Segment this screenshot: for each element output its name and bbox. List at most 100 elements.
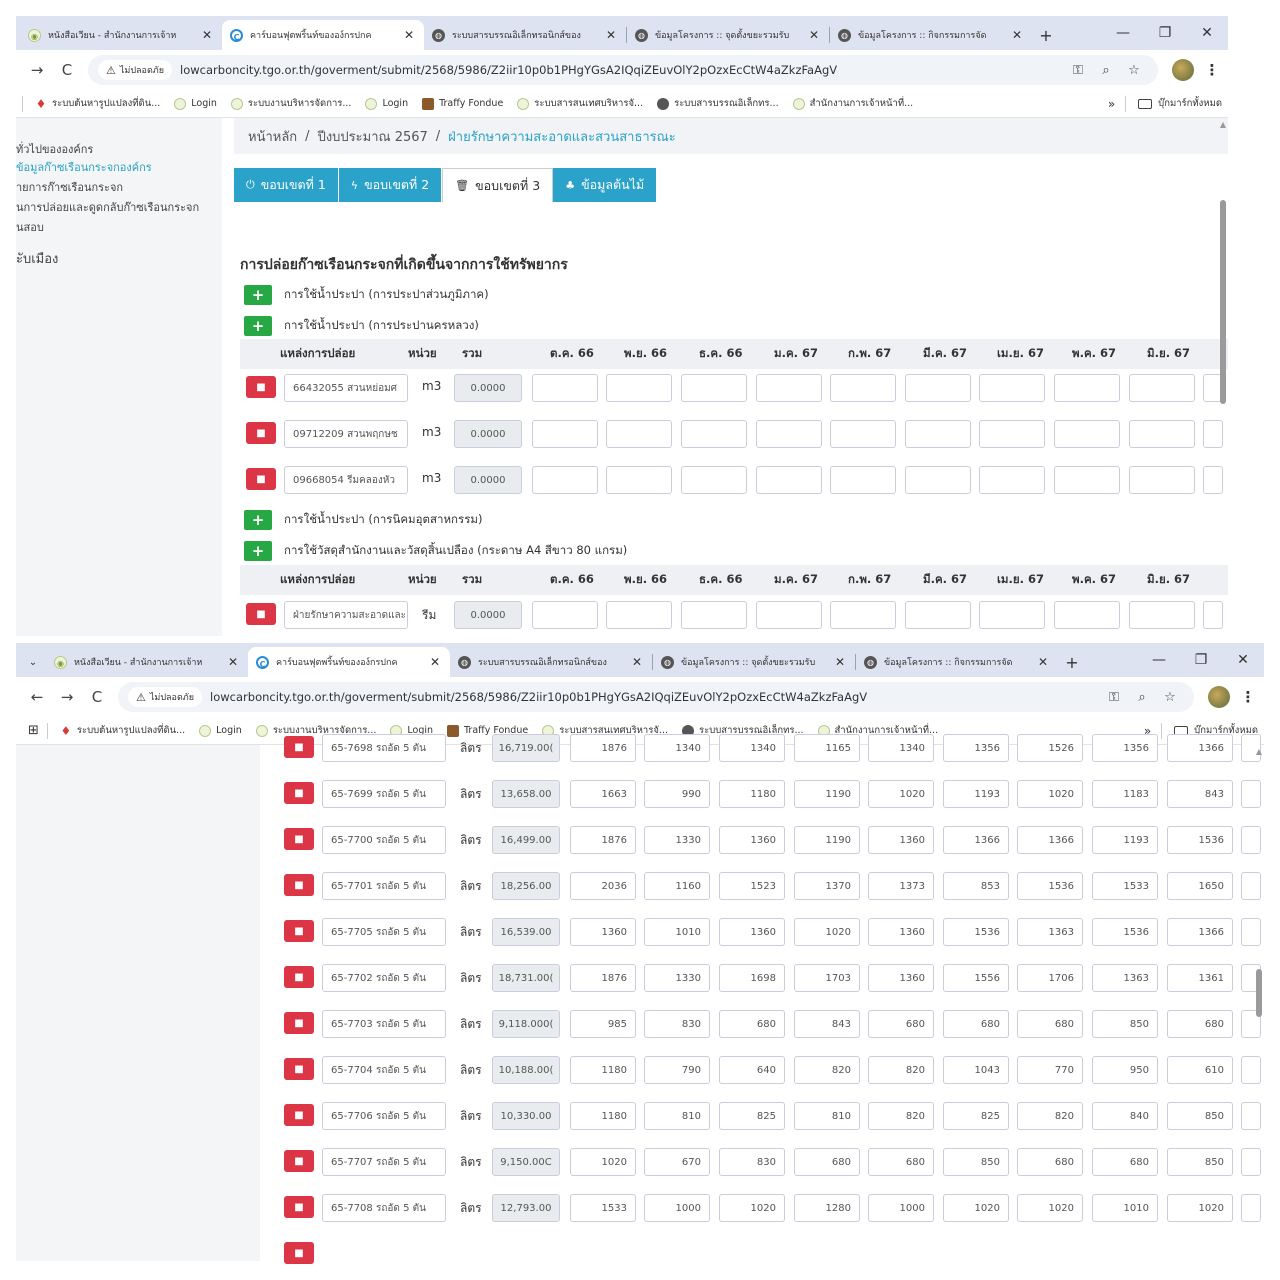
source-input[interactable]: 09668054 รีมคลองหัว [284,466,408,494]
month-input[interactable]: 843 [1167,780,1233,808]
month-input[interactable]: 610 [1167,1056,1233,1084]
bookmark-item[interactable]: Login [199,724,242,737]
bookmark-item[interactable]: Traffy Fondue [422,97,503,110]
month-input[interactable] [1241,780,1261,808]
source-input[interactable]: 65-7699 รถอัด 5 ตัน [322,780,446,808]
delete-row-button[interactable]: ■ [246,376,276,398]
month-input[interactable]: 1533 [570,1194,636,1222]
bookmark-item[interactable]: Login [174,97,217,110]
tab-scope-3[interactable]: 🗑 ขอบเขตที่ 3 [442,168,554,202]
month-input[interactable] [1129,466,1195,494]
more-bookmarks-icon[interactable]: » [1108,97,1115,111]
source-input[interactable]: 65-7708 รถอัด 5 ตัน [322,1194,446,1222]
month-input[interactable]: 1876 [570,734,636,762]
month-input[interactable]: 1020 [943,1194,1009,1222]
add-category-button[interactable]: + [244,510,272,530]
month-input[interactable]: 840 [1092,1102,1158,1130]
month-input[interactable]: 820 [794,1056,860,1084]
month-input[interactable]: 640 [719,1056,785,1084]
month-input[interactable] [681,466,747,494]
reload-icon[interactable]: C [82,682,112,712]
minimize-icon[interactable]: — [1138,643,1180,677]
delete-row-button[interactable]: ■ [284,1196,314,1218]
delete-row-button[interactable]: ■ [284,1012,314,1034]
month-input[interactable]: 1370 [794,872,860,900]
url-text[interactable]: lowcarboncity.tgo.or.th/goverment/submit… [180,63,1064,77]
source-input[interactable]: 65-7703 รถอัด 5 ตัน [322,1010,446,1038]
month-input[interactable]: 1360 [868,918,934,946]
month-input[interactable]: 1663 [570,780,636,808]
close-tab-icon[interactable]: ✕ [428,655,442,669]
month-input[interactable]: 1160 [644,872,710,900]
month-input[interactable] [532,374,598,402]
month-input[interactable]: 825 [719,1102,785,1130]
sidebar-item[interactable]: ายการก๊าซเรือนกระจก [16,178,123,196]
month-input[interactable] [1241,1102,1261,1130]
tab-search-chevron-icon[interactable]: ⌄ [20,647,46,677]
source-input[interactable]: 65-7707 รถอัด 5 ตัน [322,1148,446,1176]
close-tab-icon[interactable]: ✕ [604,28,618,42]
month-input[interactable]: 1340 [719,734,785,762]
scrollbar[interactable] [1256,969,1262,1017]
month-input[interactable] [830,374,896,402]
scroll-up-icon[interactable]: ▲ [1220,120,1226,129]
month-input[interactable]: 1366 [1017,826,1083,854]
month-input[interactable]: 850 [1092,1010,1158,1038]
month-input[interactable] [905,420,971,448]
not-secure-chip[interactable]: ⚠ ไม่ปลอดภัย [128,687,203,707]
restore-icon[interactable]: ❐ [1144,16,1186,50]
delete-row-button[interactable]: ■ [284,874,314,896]
browser-tab[interactable]: ◍ ข้อมูลโครงการ :: จุดตั้งขยะรวมรับ ✕ [627,20,829,50]
source-input[interactable]: 09712209 สวนพฤกษช [284,420,408,448]
month-input[interactable] [979,420,1045,448]
month-input[interactable]: 985 [570,1010,636,1038]
month-input[interactable] [756,466,822,494]
source-input[interactable]: 65-7698 รถอัด 5 ตัน [322,734,446,762]
month-input[interactable]: 1193 [943,780,1009,808]
tab-scope-1[interactable]: ⏻ ขอบเขตที่ 1 [234,168,339,202]
month-input[interactable]: 1360 [719,918,785,946]
sidebar-item[interactable]: ข้อมูลก๊าซเรือนกระจกองค์กร [16,158,152,176]
browser-tab[interactable]: ◍ ข้อมูลโครงการ :: กิจกรรมการจัด ✕ [830,20,1032,50]
month-input[interactable]: 1165 [794,734,860,762]
month-input[interactable] [681,601,747,629]
month-input[interactable]: 1000 [644,1194,710,1222]
month-input[interactable]: 820 [868,1102,934,1130]
browser-tab[interactable]: ◉ หนังสือเวียน - สำนักงานการเจ้าห ✕ [46,647,248,677]
month-input[interactable]: 1533 [1092,872,1158,900]
month-input[interactable] [681,420,747,448]
bookmark-item[interactable]: ระบบสารบรรณอิเล็กทร... [657,96,779,111]
month-input[interactable]: 1536 [1092,918,1158,946]
close-tab-icon[interactable]: ✕ [1010,28,1024,42]
month-input[interactable]: 810 [644,1102,710,1130]
month-input[interactable]: 843 [794,1010,860,1038]
month-input[interactable] [1241,1194,1261,1222]
browser-tab[interactable]: ◍ ข้อมูลโครงการ :: จุดตั้งขยะรวมรับ ✕ [653,647,855,677]
month-input[interactable]: 680 [943,1010,1009,1038]
browser-tab[interactable]: ◍ ข้อมูลโครงการ :: กิจกรรมการจัด ✕ [856,647,1058,677]
month-input[interactable] [606,420,672,448]
add-category-button[interactable]: + [244,541,272,561]
bookmark-item[interactable]: Login [365,97,408,110]
source-input[interactable]: 65-7700 รถอัด 5 ตัน [322,826,446,854]
back-icon[interactable]: ← [22,682,52,712]
month-input[interactable]: 1556 [943,964,1009,992]
delete-row-button[interactable]: ■ [246,603,276,625]
month-input[interactable]: 853 [943,872,1009,900]
month-input[interactable]: 1536 [1017,872,1083,900]
source-input[interactable]: 65-7702 รถอัด 5 ตัน [322,964,446,992]
month-input[interactable] [1241,872,1261,900]
month-input[interactable]: 850 [1167,1102,1233,1130]
month-input[interactable]: 1356 [943,734,1009,762]
month-input[interactable] [979,601,1045,629]
month-input[interactable]: 670 [644,1148,710,1176]
month-input[interactable]: 1020 [794,918,860,946]
add-category-button[interactable]: + [244,285,272,305]
month-input[interactable] [830,601,896,629]
month-input[interactable]: 850 [1167,1148,1233,1176]
delete-row-button[interactable]: ■ [284,920,314,942]
tab-scope-2[interactable]: ϟ ขอบเขตที่ 2 [338,168,443,202]
breadcrumb-link[interactable]: ปีงบประมาณ 2567 [318,126,428,147]
month-input[interactable] [830,466,896,494]
month-input[interactable] [905,466,971,494]
